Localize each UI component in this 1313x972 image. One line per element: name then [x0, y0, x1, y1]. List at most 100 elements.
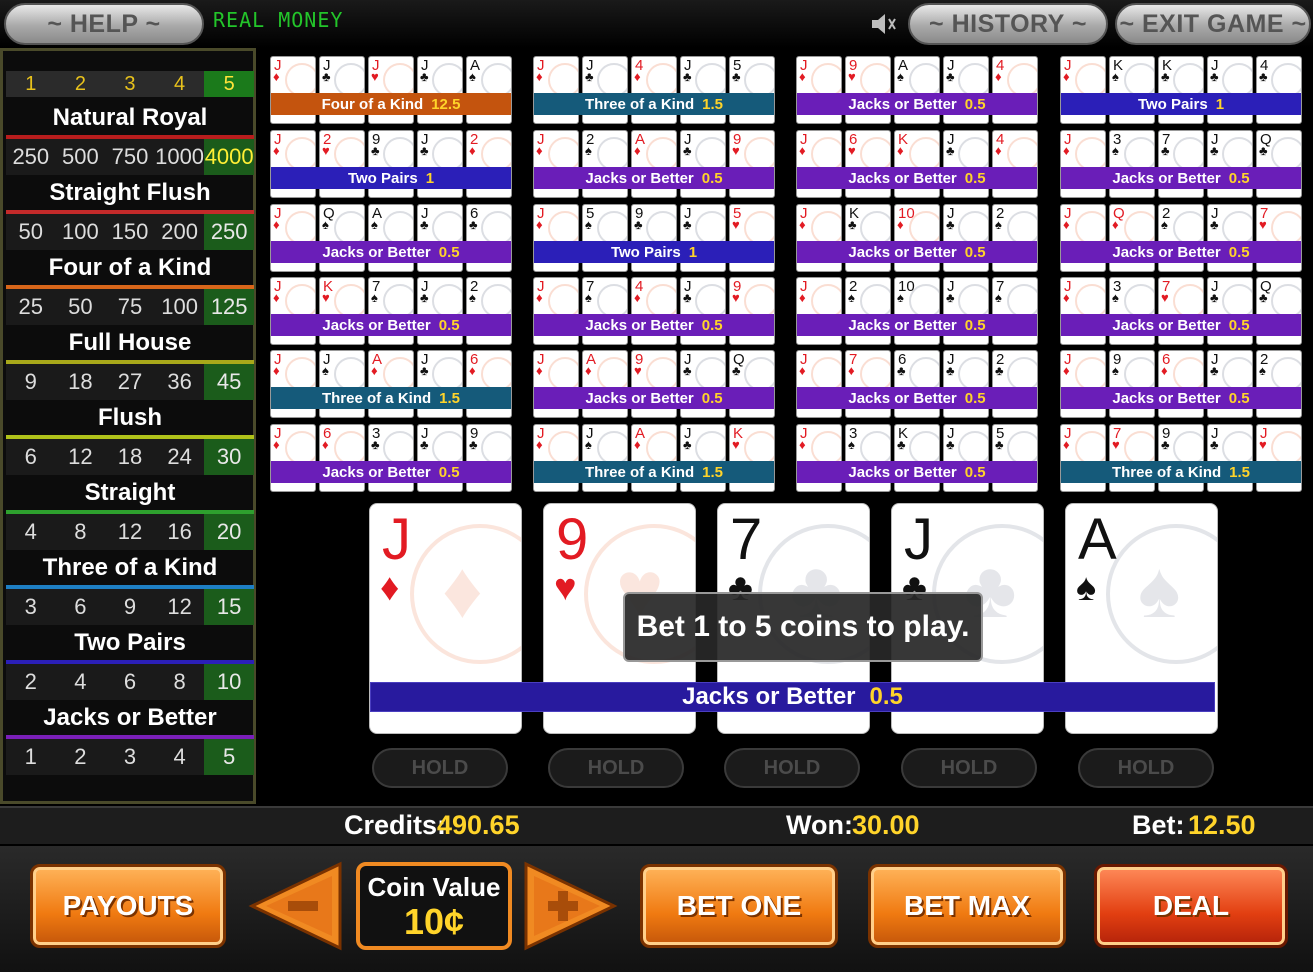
paytable-payout: 500 — [62, 144, 99, 169]
card-emblem — [334, 137, 364, 171]
paytable-payout: 3 — [24, 594, 37, 619]
paytable-payout: 9 — [24, 369, 37, 394]
mini-card-suit-icon: ♠ — [469, 69, 476, 84]
card-emblem — [1007, 357, 1037, 391]
mini-card-suit-icon: ♠ — [322, 217, 329, 232]
card-emblem — [744, 284, 774, 318]
mini-card-suit-icon: ♣ — [897, 437, 906, 452]
deal-button[interactable]: DEAL — [1094, 864, 1288, 948]
status-bar: Credits: 490.65 Won: 30.00 Bet: 12.50 — [0, 806, 1313, 844]
paytable-hand-name: Flush — [98, 404, 162, 431]
mini-hand: J ♦ 2 ♠ 10 ♠ J ♣ 7 ♠ Jacks or Better 0.5 — [796, 277, 1038, 345]
bet-max-button[interactable]: BET MAX — [868, 864, 1066, 948]
mini-hand-result-value: 1 — [425, 169, 435, 187]
card-emblem — [860, 284, 890, 318]
paytable-payout: 750 — [111, 144, 149, 169]
card-emblem — [1222, 431, 1252, 465]
mini-card-suit-icon: ♣ — [322, 69, 331, 84]
mini-hand-result-value: 0.5 — [701, 169, 723, 187]
card-emblem — [695, 211, 725, 245]
real-money-label: REAL MONEY — [213, 8, 344, 32]
coin-header: 1 2 3 4 5 — [6, 71, 254, 97]
mini-hand-result: Jacks or Better 0.5 — [271, 314, 511, 336]
mini-hand: J ♦ K ♥ 7 ♠ J ♣ 2 ♠ Jacks or Better 0.5 — [270, 277, 512, 345]
card-emblem — [383, 431, 413, 465]
history-button[interactable]: ~ HISTORY ~ — [908, 3, 1108, 45]
card-rank: J — [904, 507, 933, 572]
card-emblem — [860, 357, 890, 391]
mini-hand-result: Two Pairs 1 — [534, 241, 774, 263]
mini-hand-result-value: 0.5 — [964, 243, 986, 261]
mini-card-suit-icon: ♠ — [371, 290, 378, 305]
mini-hand-result-value: 0.5 — [1228, 389, 1250, 407]
payouts-button[interactable]: PAYOUTS — [30, 864, 226, 948]
mini-card-suit-icon: ♦ — [585, 363, 592, 378]
mini-hand-result-value: 1.5 — [702, 95, 724, 113]
mini-card-suit-icon: ♦ — [536, 290, 543, 305]
card-emblem — [811, 431, 841, 465]
card-emblem — [383, 63, 413, 97]
mini-card-suit-icon: ♣ — [1259, 143, 1268, 158]
mini-card-suit-icon: ♦ — [634, 437, 641, 452]
paytable-payout: 15 — [204, 589, 254, 625]
mini-card-suit-icon: ♥ — [1112, 437, 1120, 452]
card-emblem — [909, 63, 939, 97]
mini-hand-result-value: 12.5 — [431, 95, 461, 113]
mini-card-suit-icon: ♠ — [848, 290, 855, 305]
hold-button-5[interactable]: HOLD — [1078, 748, 1214, 788]
card-emblem — [646, 211, 676, 245]
coin-value: 10¢ — [403, 901, 465, 942]
card-emblem — [432, 284, 462, 318]
card-emblem — [958, 63, 988, 97]
main-hand-result-value: 0.5 — [869, 683, 903, 710]
card-emblem — [646, 63, 676, 97]
won-value: 30.00 — [852, 810, 920, 840]
mini-card-suit-icon: ♥ — [371, 69, 379, 84]
coin-decrease-button[interactable] — [248, 860, 344, 952]
hold-button-3[interactable]: HOLD — [724, 748, 860, 788]
mini-card-suit-icon: ♦ — [1112, 217, 1119, 232]
mini-card-suit-icon: ♣ — [683, 290, 692, 305]
mini-card-suit-icon: ♣ — [371, 437, 380, 452]
mini-hand: J ♦ J ♣ J ♥ J ♣ A ♠ Four of a Kind 12.5 — [270, 56, 512, 124]
hold-button-2[interactable]: HOLD — [548, 748, 684, 788]
bet-one-button[interactable]: BET ONE — [640, 864, 838, 948]
paytable-row: 1 2 3 45 — [6, 739, 254, 775]
card-emblem — [548, 63, 578, 97]
mini-hand-result-label: Jacks or Better — [585, 169, 694, 187]
mini-hand-result-label: Jacks or Better — [322, 243, 431, 261]
mini-card-suit-icon: ♦ — [1063, 437, 1070, 452]
mini-card-suit-icon: ♠ — [585, 143, 592, 158]
hold-button-1[interactable]: HOLD — [372, 748, 508, 788]
card-emblem — [860, 137, 890, 171]
mini-card-suit-icon: ♦ — [799, 143, 806, 158]
card-emblem — [334, 357, 364, 391]
mini-card-suit-icon: ♥ — [1259, 217, 1267, 232]
mini-hand: J ♦ A ♦ 9 ♥ J ♣ Q ♣ Jacks or Better 0.5 — [533, 350, 775, 418]
mini-card-suit-icon: ♦ — [634, 290, 641, 305]
mini-card-suit-icon: ♠ — [897, 290, 904, 305]
mini-card-suit-icon: ♦ — [273, 363, 280, 378]
card-emblem — [597, 284, 627, 318]
exit-game-button[interactable]: ~ EXIT GAME ~ — [1115, 3, 1311, 45]
coin-increase-button[interactable] — [522, 860, 618, 952]
hold-button-4[interactable]: HOLD — [901, 748, 1037, 788]
paytable-payout: 30 — [204, 439, 254, 475]
mini-hand-result: Four of a Kind 12.5 — [271, 93, 511, 115]
card-emblem — [1007, 431, 1037, 465]
card-emblem — [285, 357, 315, 391]
card-emblem — [860, 63, 890, 97]
help-button[interactable]: ~ HELP ~ — [4, 3, 204, 45]
card-emblem — [1222, 211, 1252, 245]
mini-card-suit-icon: ♦ — [273, 143, 280, 158]
mini-hand-result-label: Jacks or Better — [848, 316, 957, 334]
paytable-payout: 27 — [117, 369, 143, 394]
card-emblem — [481, 431, 511, 465]
mini-card-suit-icon: ♦ — [273, 69, 280, 84]
speaker-icon[interactable] — [870, 12, 900, 36]
mini-card-suit-icon: ♣ — [1161, 143, 1170, 158]
mini-card-suit-icon: ♦ — [273, 437, 280, 452]
mini-hand-result-label: Jacks or Better — [585, 389, 694, 407]
mini-hand-result: Jacks or Better 0.5 — [1061, 387, 1301, 409]
paytable-payout: 24 — [167, 444, 192, 469]
